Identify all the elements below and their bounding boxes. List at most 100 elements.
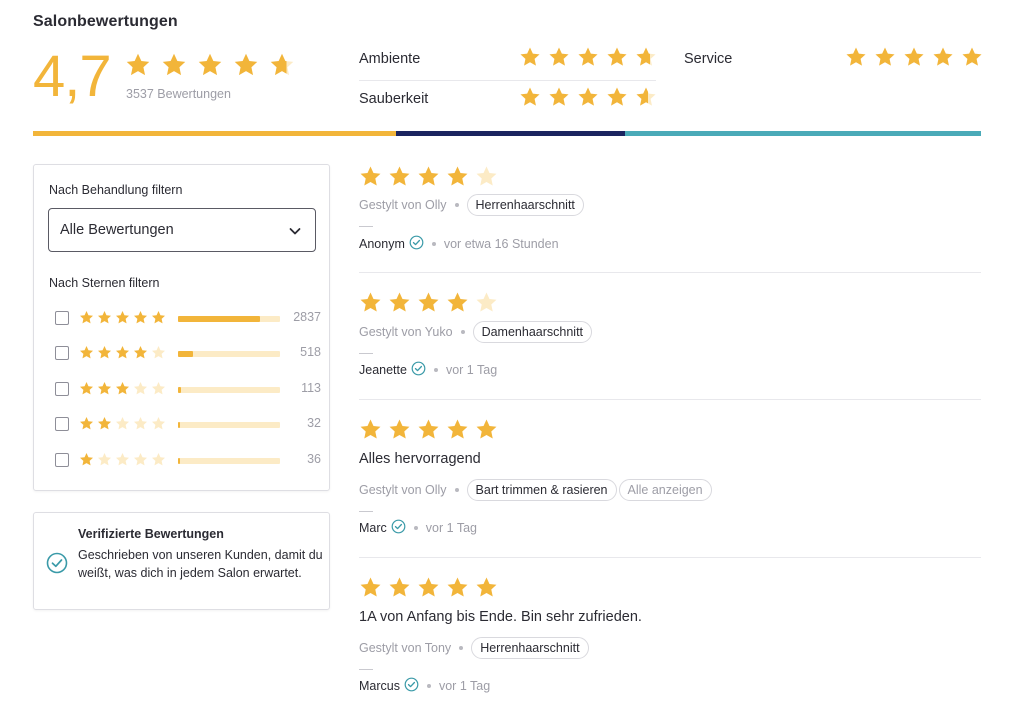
review-author-line: Marcus vor 1 Tag: [359, 677, 490, 695]
review-time: vor etwa 16 Stunden: [443, 237, 559, 251]
separator-dot: [426, 684, 431, 688]
review-author: Marcus: [359, 679, 400, 693]
review-author: Anonym: [359, 237, 405, 251]
star-icon: [578, 87, 598, 106]
separator-dot: [431, 242, 436, 246]
star-icon: [418, 166, 439, 186]
star-icon: [116, 346, 129, 359]
rating-checkbox[interactable]: [55, 417, 69, 431]
star-icon: [389, 292, 410, 312]
star-icon: [607, 87, 627, 106]
review-text: Alles hervorragend: [359, 451, 481, 467]
rating-bar-fill: [178, 458, 180, 464]
separator-dot: [459, 646, 464, 650]
rating-bar: [178, 387, 280, 393]
review-count: 3537 Bewertungen: [126, 87, 231, 101]
review-item: Gestylt von Yuko Damenhaarschnitt Jeanet…: [359, 291, 981, 386]
stylist: Gestylt von Yuko: [359, 325, 453, 339]
review-item: 1A von Anfang bis Ende. Bin sehr zufried…: [359, 576, 981, 706]
review-meta: Gestylt von Olly Herrenhaarschnitt: [359, 194, 584, 216]
review-stars: [359, 418, 498, 441]
star-icon: [389, 419, 410, 439]
review-item: Gestylt von Olly Herrenhaarschnitt Anony…: [359, 165, 981, 260]
star-icon: [846, 47, 866, 66]
star-icon: [636, 87, 656, 106]
score-bar-segment-3: [625, 131, 981, 136]
review-text: 1A von Anfang bis Ende. Bin sehr zufried…: [359, 609, 642, 625]
rating-count: 36: [307, 452, 321, 466]
star-icon: [116, 417, 129, 430]
category-service-label: Service: [684, 51, 733, 67]
show-all-button[interactable]: Alle anzeigen: [618, 479, 712, 501]
rating-bar: [178, 351, 280, 357]
star-icon: [152, 346, 165, 359]
verified-info-box: Verifizierte Bewertungen Geschrieben von…: [33, 512, 330, 610]
star-icon: [520, 47, 540, 66]
star-icon: [578, 47, 598, 66]
rating-checkbox[interactable]: [55, 346, 69, 360]
star-icon: [476, 292, 497, 312]
service-tag[interactable]: Herrenhaarschnitt: [466, 194, 584, 216]
category-ambiente-stars: [519, 46, 657, 68]
star-icon: [234, 53, 258, 76]
star-icon: [98, 346, 111, 359]
review-time: vor 1 Tag: [445, 363, 498, 377]
rating-bar-fill: [178, 351, 193, 357]
service-tag[interactable]: Bart trimmen & rasieren: [466, 479, 617, 501]
verified-check-icon: [46, 552, 68, 579]
treatment-select[interactable]: Alle Bewertungen: [48, 208, 316, 252]
star-icon: [962, 47, 982, 66]
review-stars: [359, 576, 498, 599]
stars-filter-label: Nach Sternen filtern: [49, 276, 160, 290]
star-icon: [389, 166, 410, 186]
star-icon: [447, 419, 468, 439]
review-author-line: Anonym vor etwa 16 Stunden: [359, 235, 559, 253]
star-icon: [98, 311, 111, 324]
star-icon: [418, 577, 439, 597]
review-time: vor 1 Tag: [438, 679, 491, 693]
rating-filter-row[interactable]: 113: [55, 379, 321, 399]
divider-short: [359, 669, 373, 670]
stylist: Gestylt von Olly: [359, 483, 447, 497]
rating-bar: [178, 422, 280, 428]
star-icon: [152, 382, 165, 395]
rating-filter-row[interactable]: 518: [55, 343, 321, 363]
rating-filter-row[interactable]: 32: [55, 414, 321, 434]
service-tag[interactable]: Damenhaarschnitt: [472, 321, 593, 343]
rating-count: 2837: [293, 310, 321, 324]
separator-dot: [433, 368, 438, 372]
rating-filter-row[interactable]: 2837: [55, 308, 321, 328]
star-icon: [80, 382, 93, 395]
rating-checkbox[interactable]: [55, 382, 69, 396]
rating-checkbox[interactable]: [55, 311, 69, 325]
star-icon: [198, 53, 222, 76]
verified-check-icon: [409, 235, 424, 253]
rating-bar-fill: [178, 422, 180, 428]
review-stars: [359, 165, 498, 188]
overall-stars: [125, 52, 295, 78]
rating-filter-row[interactable]: 36: [55, 450, 321, 470]
score-bar-segment-2: [396, 131, 625, 136]
star-icon: [80, 417, 93, 430]
star-icon: [476, 166, 497, 186]
star-icon: [98, 382, 111, 395]
separator-dot: [460, 330, 465, 334]
score-bar-segment-1: [33, 131, 396, 136]
star-icon: [126, 53, 150, 76]
star-icon: [549, 87, 569, 106]
rating-checkbox[interactable]: [55, 453, 69, 467]
divider-short: [359, 511, 373, 512]
review-separator: [359, 272, 981, 273]
rating-bar: [178, 458, 280, 464]
star-icon: [418, 292, 439, 312]
verified-check-icon: [404, 677, 419, 695]
service-tag[interactable]: Herrenhaarschnitt: [471, 637, 589, 659]
review-time: vor 1 Tag: [425, 521, 477, 535]
verified-title: Verifizierte Bewertungen: [78, 527, 224, 541]
star-icon: [134, 453, 147, 466]
reviews-title: Salonbewertungen: [33, 13, 178, 30]
category-divider: [359, 80, 656, 81]
star-icon: [116, 453, 129, 466]
star-icon: [607, 47, 627, 66]
star-icon: [98, 417, 111, 430]
